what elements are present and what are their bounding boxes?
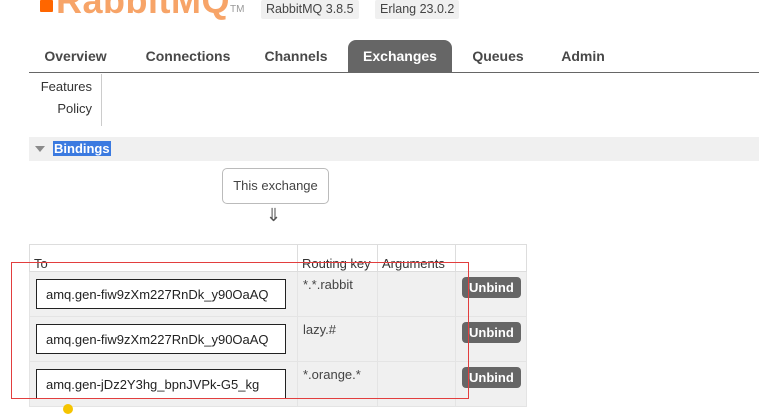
rabbitmq-logo[interactable]: RabbitMQ bbox=[40, 0, 250, 20]
down-arrow-icon: ⇓ bbox=[266, 205, 282, 225]
cell-to: amq.gen-fiw9zXm227RnDk_y90OaAQ bbox=[29, 271, 298, 317]
bindings-section-header[interactable]: Bindings bbox=[29, 137, 759, 161]
collapse-triangle-icon[interactable] bbox=[35, 146, 45, 152]
table-row: amq.gen-jDz2Y3hg_bpnJVPk-G5_kg *.orange.… bbox=[29, 361, 527, 407]
subnav-features[interactable]: Features bbox=[41, 79, 92, 94]
cell-arguments bbox=[377, 316, 456, 362]
cell-arguments bbox=[377, 361, 456, 407]
routing-key-value: *.*.rabbit bbox=[303, 277, 353, 292]
queue-link[interactable]: amq.gen-jDz2Y3hg_bpnJVPk-G5_kg bbox=[36, 369, 286, 399]
unbind-button[interactable]: Unbind bbox=[462, 277, 521, 298]
status-icon bbox=[63, 404, 73, 414]
logo-text: RabbitMQ bbox=[56, 0, 230, 20]
queue-link[interactable]: amq.gen-fiw9zXm227RnDk_y90OaAQ bbox=[36, 324, 286, 354]
col-to: To bbox=[29, 244, 298, 272]
subnav-policy[interactable]: Policy bbox=[57, 101, 92, 116]
table-row: amq.gen-fiw9zXm227RnDk_y90OaAQ lazy.# Un… bbox=[29, 316, 527, 362]
cell-action: Unbind bbox=[455, 361, 527, 407]
routing-key-value: lazy.# bbox=[303, 322, 336, 337]
routing-key-value: *.orange.* bbox=[303, 367, 361, 382]
main-tabs: Overview Connections Channels Exchanges … bbox=[29, 40, 759, 73]
table-header-row: To Routing key Arguments bbox=[29, 244, 527, 272]
cell-routing-key: *.*.rabbit bbox=[297, 271, 378, 317]
erlang-version-badge: Erlang 23.0.2 bbox=[375, 0, 460, 19]
cell-routing-key: lazy.# bbox=[297, 316, 378, 362]
table-row: amq.gen-fiw9zXm227RnDk_y90OaAQ *.*.rabbi… bbox=[29, 271, 527, 317]
section-title: Bindings bbox=[53, 141, 111, 156]
cell-to: amq.gen-jDz2Y3hg_bpnJVPk-G5_kg bbox=[29, 361, 298, 407]
tab-admin[interactable]: Admin bbox=[550, 40, 616, 72]
unbind-button[interactable]: Unbind bbox=[462, 322, 521, 343]
tab-queues[interactable]: Queues bbox=[461, 40, 535, 72]
this-exchange-box: This exchange bbox=[222, 168, 329, 204]
bindings-table: To Routing key Arguments amq.gen-fiw9zXm… bbox=[29, 244, 527, 407]
cell-to: amq.gen-fiw9zXm227RnDk_y90OaAQ bbox=[29, 316, 298, 362]
tab-channels[interactable]: Channels bbox=[255, 40, 337, 72]
cell-action: Unbind bbox=[455, 271, 527, 317]
unbind-button[interactable]: Unbind bbox=[462, 367, 521, 388]
rabbit-logo-icon bbox=[40, 0, 53, 12]
tab-exchanges[interactable]: Exchanges bbox=[348, 40, 452, 72]
col-arguments: Arguments bbox=[377, 244, 456, 272]
col-actions bbox=[455, 244, 527, 272]
rabbitmq-version-badge: RabbitMQ 3.8.5 bbox=[261, 0, 359, 19]
cell-routing-key: *.orange.* bbox=[297, 361, 378, 407]
cell-arguments bbox=[377, 271, 456, 317]
tab-connections[interactable]: Connections bbox=[133, 40, 243, 72]
cell-action: Unbind bbox=[455, 316, 527, 362]
queue-link[interactable]: amq.gen-fiw9zXm227RnDk_y90OaAQ bbox=[36, 279, 286, 309]
sub-navigation: Features Policy bbox=[29, 74, 102, 126]
trademark: TM bbox=[230, 4, 245, 15]
tab-overview[interactable]: Overview bbox=[33, 40, 118, 72]
col-routing-key: Routing key bbox=[297, 244, 378, 272]
